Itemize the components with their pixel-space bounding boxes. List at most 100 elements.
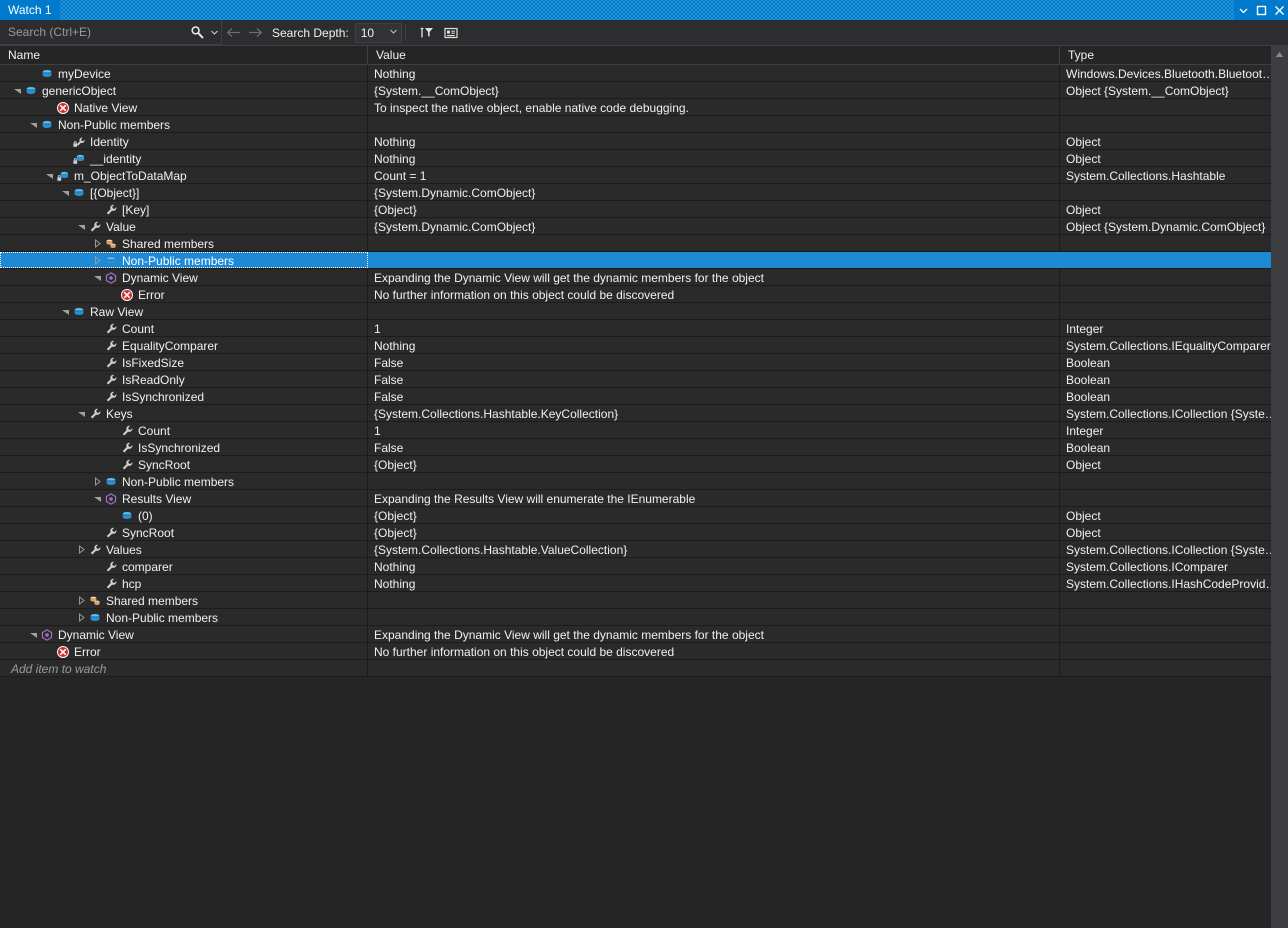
expander-expanded-icon[interactable] xyxy=(12,83,23,99)
row-value-cell[interactable]: No further information on this object co… xyxy=(368,643,1060,659)
pin-filter-icon[interactable] xyxy=(415,21,439,45)
expander-expanded-icon[interactable] xyxy=(76,219,87,235)
expander-expanded-icon[interactable] xyxy=(60,304,71,320)
titlebar-gripper[interactable] xyxy=(59,0,1234,20)
table-row[interactable]: Non-Public members xyxy=(0,116,1288,133)
row-name-cell[interactable]: Non-Public members xyxy=(0,116,368,132)
expander-collapsed-icon[interactable] xyxy=(92,236,103,252)
table-row[interactable]: Non-Public members xyxy=(0,252,1288,269)
table-row[interactable]: Error No further information on this obje… xyxy=(0,286,1288,303)
row-name-cell[interactable]: Raw View xyxy=(0,303,368,319)
row-value-cell[interactable]: Expanding the Dynamic View will get the … xyxy=(368,269,1060,285)
row-name-cell[interactable]: Results View xyxy=(0,490,368,506)
table-row[interactable]: Results View Expanding the Results View w… xyxy=(0,490,1288,507)
table-row[interactable]: Dynamic View Expanding the Dynamic View w… xyxy=(0,626,1288,643)
row-value-cell[interactable]: Count = 1 xyxy=(368,167,1060,183)
row-name-cell[interactable]: comparer xyxy=(0,558,368,574)
search-box[interactable] xyxy=(0,20,222,45)
row-name-cell[interactable]: Error xyxy=(0,643,368,659)
table-row[interactable]: m_ObjectToDataMap Count = 1 System.Collect… xyxy=(0,167,1288,184)
row-name-cell[interactable]: Keys xyxy=(0,405,368,421)
row-value-cell[interactable]: Nothing xyxy=(368,133,1060,149)
table-row[interactable]: Count 1 Integer xyxy=(0,422,1288,439)
row-name-cell[interactable]: genericObject xyxy=(0,82,368,98)
table-row[interactable]: Count 1 Integer xyxy=(0,320,1288,337)
row-name-cell[interactable]: (0) xyxy=(0,507,368,523)
table-row[interactable]: IsFixedSize False Boolean xyxy=(0,354,1288,371)
row-name-cell[interactable]: Non-Public members xyxy=(0,252,368,268)
scroll-up-icon[interactable] xyxy=(1271,46,1288,63)
row-value-cell[interactable]: Nothing xyxy=(368,337,1060,353)
row-name-cell[interactable]: IsFixedSize xyxy=(0,354,368,370)
row-value-cell[interactable]: Nothing xyxy=(368,575,1060,591)
search-previous-button[interactable] xyxy=(222,20,244,45)
row-value-cell[interactable] xyxy=(368,592,1060,608)
row-name-cell[interactable]: Shared members xyxy=(0,592,368,608)
add-watch-row[interactable]: Add item to watch xyxy=(0,660,1288,677)
row-name-cell[interactable]: SyncRoot xyxy=(0,524,368,540)
row-name-cell[interactable]: Dynamic View xyxy=(0,269,368,285)
row-name-cell[interactable]: IsReadOnly xyxy=(0,371,368,387)
row-name-cell[interactable]: Shared members xyxy=(0,235,368,251)
row-value-cell[interactable] xyxy=(368,252,1060,268)
row-name-cell[interactable]: [{Object}] xyxy=(0,184,368,200)
table-row[interactable]: Identity Nothing Object xyxy=(0,133,1288,150)
table-row[interactable]: (0) {Object} Object xyxy=(0,507,1288,524)
expander-collapsed-icon[interactable] xyxy=(76,610,87,626)
row-name-cell[interactable]: EqualityComparer xyxy=(0,337,368,353)
row-name-cell[interactable]: Value xyxy=(0,218,368,234)
row-value-cell[interactable]: Expanding the Results View will enumerat… xyxy=(368,490,1060,506)
search-options-chevron-down-icon[interactable] xyxy=(208,21,221,44)
expander-collapsed-icon[interactable] xyxy=(92,474,103,490)
window-dropdown-button[interactable] xyxy=(1234,0,1252,20)
table-row[interactable]: Shared members xyxy=(0,592,1288,609)
table-row[interactable]: SyncRoot {Object} Object xyxy=(0,524,1288,541)
row-name-cell[interactable]: Count xyxy=(0,422,368,438)
table-row[interactable]: genericObject {System.__ComObject} Object … xyxy=(0,82,1288,99)
row-value-cell[interactable]: {System.Collections.Hashtable.ValueColle… xyxy=(368,541,1060,557)
expander-expanded-icon[interactable] xyxy=(44,168,55,184)
row-value-cell[interactable]: 1 xyxy=(368,320,1060,336)
row-value-cell[interactable]: {System.Dynamic.ComObject} xyxy=(368,184,1060,200)
table-row[interactable]: Non-Public members xyxy=(0,609,1288,626)
row-value-cell[interactable]: {System.Dynamic.ComObject} xyxy=(368,218,1060,234)
table-row[interactable]: Native View To inspect the native object,… xyxy=(0,99,1288,116)
vertical-scrollbar[interactable] xyxy=(1271,46,1288,928)
row-value-cell[interactable]: Expanding the Dynamic View will get the … xyxy=(368,626,1060,642)
row-name-cell[interactable]: SyncRoot xyxy=(0,456,368,472)
row-name-cell[interactable]: hcp xyxy=(0,575,368,591)
table-row[interactable]: Value {System.Dynamic.ComObject} Object {S… xyxy=(0,218,1288,235)
table-row[interactable]: SyncRoot {Object} Object xyxy=(0,456,1288,473)
expander-expanded-icon[interactable] xyxy=(28,117,39,133)
row-value-cell[interactable]: Nothing xyxy=(368,150,1060,166)
expander-collapsed-icon[interactable] xyxy=(76,593,87,609)
hexadecimal-display-icon[interactable] xyxy=(439,21,463,45)
search-next-button[interactable] xyxy=(244,20,266,45)
row-value-cell[interactable]: Nothing xyxy=(368,558,1060,574)
row-name-cell[interactable]: IsSynchronized xyxy=(0,439,368,455)
search-depth-combo[interactable]: 10 xyxy=(354,22,402,43)
row-name-cell[interactable]: [Key] xyxy=(0,201,368,217)
row-name-cell[interactable]: Count xyxy=(0,320,368,336)
row-name-cell[interactable]: Dynamic View xyxy=(0,626,368,642)
row-value-cell[interactable] xyxy=(368,235,1060,251)
table-row[interactable]: myDevice Nothing Windows.Devices.Bluetooth… xyxy=(0,65,1288,82)
row-value-cell[interactable]: 1 xyxy=(368,422,1060,438)
table-row[interactable]: EqualityComparer Nothing System.Collection… xyxy=(0,337,1288,354)
row-value-cell[interactable] xyxy=(368,303,1060,319)
table-row[interactable]: comparer Nothing System.Collections.ICompa… xyxy=(0,558,1288,575)
row-name-cell[interactable]: myDevice xyxy=(0,65,368,81)
row-value-cell[interactable]: {Object} xyxy=(368,507,1060,523)
table-row[interactable]: IsSynchronized False Boolean xyxy=(0,439,1288,456)
table-row[interactable]: Error No further information on this obje… xyxy=(0,643,1288,660)
table-row[interactable]: Keys {System.Collections.Hashtable.KeyCol… xyxy=(0,405,1288,422)
table-row[interactable]: Raw View xyxy=(0,303,1288,320)
table-row[interactable]: Values {System.Collections.Hashtable.Valu… xyxy=(0,541,1288,558)
add-watch-input[interactable]: Add item to watch xyxy=(0,660,368,676)
expander-expanded-icon[interactable] xyxy=(60,185,71,201)
search-depth-chevron-down-icon[interactable] xyxy=(387,29,401,36)
row-value-cell[interactable]: {System.Collections.Hashtable.KeyCollect… xyxy=(368,405,1060,421)
expander-collapsed-icon[interactable] xyxy=(76,542,87,558)
table-row[interactable]: [{Object}] {System.Dynamic.ComObject} xyxy=(0,184,1288,201)
row-name-cell[interactable]: Native View xyxy=(0,99,368,115)
